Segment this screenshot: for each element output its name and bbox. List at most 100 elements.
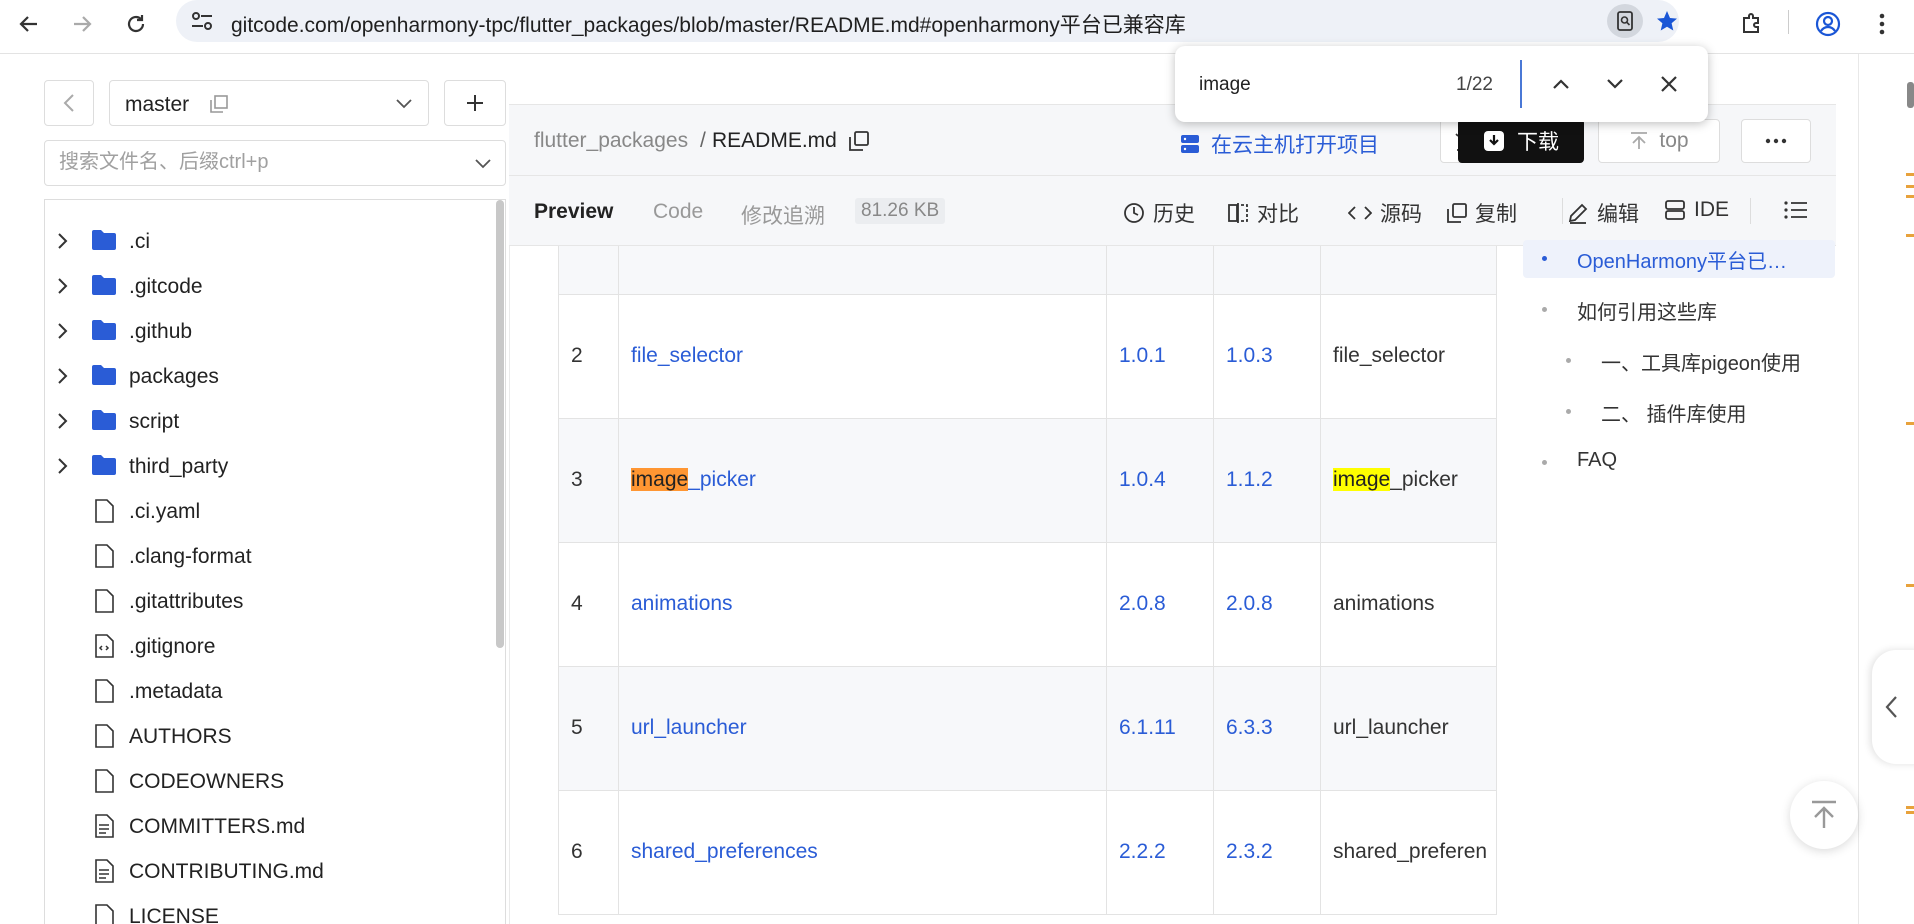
add-file-button[interactable] xyxy=(444,80,506,126)
url-text[interactable]: gitcode.com/openharmony-tpc/flutter_pack… xyxy=(231,9,1186,39)
chevron-right-icon[interactable] xyxy=(57,412,69,430)
file-tree-scrollbar[interactable] xyxy=(496,200,504,648)
library-link[interactable]: image_picker xyxy=(631,468,756,491)
tree-file-item[interactable]: .metadata xyxy=(45,669,485,714)
scroll-to-top-button[interactable] xyxy=(1790,781,1858,849)
tree-file-item[interactable]: AUTHORS xyxy=(45,714,485,759)
extensions-button[interactable] xyxy=(1732,4,1772,44)
toc-item[interactable]: 如何引用这些库 xyxy=(1577,296,1717,325)
breadcrumb-repo[interactable]: flutter_packages xyxy=(534,129,688,153)
row-number: 3 xyxy=(558,417,619,543)
reload-icon xyxy=(127,15,145,33)
tree-folder-item[interactable]: packages xyxy=(45,354,485,399)
tree-folder-item[interactable]: script xyxy=(45,399,485,444)
tree-file-item[interactable]: .ci.yaml xyxy=(45,489,485,534)
tree-folder-item[interactable]: .gitcode xyxy=(45,264,485,309)
file-search-input[interactable] xyxy=(59,151,439,174)
download-button[interactable]: 下载 xyxy=(1458,119,1584,163)
find-query-input[interactable]: image xyxy=(1199,74,1251,96)
version-original[interactable]: 2.0.8 xyxy=(1106,541,1214,667)
arrow-up-icon xyxy=(1812,800,1836,828)
toc-item[interactable]: 一、工具库pigeon使用 xyxy=(1601,347,1801,376)
copy-content-button[interactable]: 复制 xyxy=(1447,198,1517,228)
version-ohos[interactable]: 1.1.2 xyxy=(1213,417,1321,543)
tree-item-label: .ci xyxy=(129,230,150,253)
library-link[interactable]: file_selector xyxy=(631,344,743,367)
compare-button[interactable]: 对比 xyxy=(1227,198,1299,228)
collapse-sidebar-button[interactable] xyxy=(44,80,94,126)
tree-item-label: .gitattributes xyxy=(129,590,244,613)
tab-blame[interactable]: 修改追溯 xyxy=(741,200,825,230)
toc-toggle-button[interactable] xyxy=(1784,200,1808,220)
version-ohos[interactable]: 6.3.3 xyxy=(1213,665,1321,791)
version-original[interactable]: 1.0.4 xyxy=(1106,417,1214,543)
toc-item[interactable]: 二、 插件库使用 xyxy=(1601,398,1747,427)
tab-preview[interactable]: Preview xyxy=(534,200,613,224)
version-original[interactable]: 1.0.1 xyxy=(1106,293,1214,419)
find-next-button[interactable] xyxy=(1599,68,1631,100)
profile-button[interactable] xyxy=(1808,4,1848,44)
forward-button[interactable] xyxy=(62,4,102,44)
tree-file-item[interactable]: CODEOWNERS xyxy=(45,759,485,804)
more-options-button[interactable] xyxy=(1741,119,1811,163)
find-previous-button[interactable] xyxy=(1545,68,1577,100)
download-label: 下载 xyxy=(1517,131,1559,154)
tree-folder-item[interactable]: .ci xyxy=(45,219,485,264)
chevron-right-icon[interactable] xyxy=(57,367,69,385)
source-button[interactable]: 源码 xyxy=(1348,198,1422,228)
back-button[interactable] xyxy=(9,4,49,44)
tree-item-label: CONTRIBUTING.md xyxy=(129,860,324,883)
chevron-right-icon[interactable] xyxy=(57,457,69,475)
copy-path-button[interactable] xyxy=(849,131,869,151)
library-link[interactable]: url_launcher xyxy=(631,716,747,739)
tree-folder-item[interactable]: third_party xyxy=(45,444,485,489)
version-ohos[interactable]: 1.0.3 xyxy=(1213,293,1321,419)
open-in-cloud-link[interactable]: 在云主机打开项目 xyxy=(1179,129,1379,159)
find-close-button[interactable] xyxy=(1653,68,1685,100)
version-ohos[interactable]: 2.0.8 xyxy=(1213,541,1321,667)
edit-button[interactable]: 编辑 xyxy=(1567,198,1639,228)
library-name: shared_preferences xyxy=(631,840,818,863)
reload-button[interactable] xyxy=(116,4,156,44)
document-icon xyxy=(95,859,114,883)
chevron-right-icon[interactable] xyxy=(57,322,69,340)
tree-file-item[interactable]: LICENSE xyxy=(45,894,485,924)
tree-file-item[interactable]: CONTRIBUTING.md xyxy=(45,849,485,894)
bookmark-star-icon[interactable] xyxy=(1655,9,1679,33)
ide-button[interactable]: IDE xyxy=(1664,198,1729,222)
find-in-page-indicator[interactable] xyxy=(1607,4,1643,38)
file-icon xyxy=(95,769,114,793)
top-button[interactable]: top xyxy=(1598,119,1720,163)
source-label: 源码 xyxy=(1380,203,1422,226)
open-in-cloud-label: 在云主机打开项目 xyxy=(1211,134,1379,157)
breadcrumb-file: README.md xyxy=(712,129,837,152)
version-ohos[interactable]: 2.3.2 xyxy=(1213,789,1321,915)
find-highlight-active: image xyxy=(631,468,689,491)
browser-menu-button[interactable] xyxy=(1862,4,1902,44)
branch-selector[interactable]: master xyxy=(109,80,429,126)
address-bar[interactable]: gitcode.com/openharmony-tpc/flutter_pack… xyxy=(176,0,1679,42)
table-row: 4 animations 2.0.8 2.0.8 animations xyxy=(558,541,1497,667)
tree-file-item[interactable]: .gitignore xyxy=(45,624,485,669)
version-original[interactable]: 6.1.11 xyxy=(1106,665,1214,791)
history-button[interactable]: 历史 xyxy=(1123,198,1195,228)
tree-file-item[interactable]: .gitattributes xyxy=(45,579,485,624)
tree-file-item[interactable]: COMMITTERS.md xyxy=(45,804,485,849)
library-link[interactable]: animations xyxy=(631,592,733,615)
tree-item-label: AUTHORS xyxy=(129,725,232,748)
library-link[interactable]: shared_preferences xyxy=(631,840,818,863)
tab-code[interactable]: Code xyxy=(653,200,703,224)
tree-folder-item[interactable]: .github xyxy=(45,309,485,354)
toc-item[interactable]: OpenHarmony平台已… xyxy=(1577,245,1787,274)
compatible-libs-table: 2 file_selector 1.0.1 1.0.3 file_selector 3 im… xyxy=(558,246,1497,915)
chevron-right-icon[interactable] xyxy=(57,277,69,295)
expand-panel-tab[interactable] xyxy=(1872,650,1914,764)
toc-item[interactable]: FAQ xyxy=(1577,449,1617,472)
page-scrollbar-thumb[interactable] xyxy=(1907,82,1914,108)
file-search-box[interactable] xyxy=(44,140,506,186)
version-original[interactable]: 2.2.2 xyxy=(1106,789,1214,915)
clock-icon xyxy=(1124,203,1144,223)
chevron-right-icon[interactable] xyxy=(57,232,69,250)
table-row xyxy=(558,246,1497,295)
tree-file-item[interactable]: .clang-format xyxy=(45,534,485,579)
